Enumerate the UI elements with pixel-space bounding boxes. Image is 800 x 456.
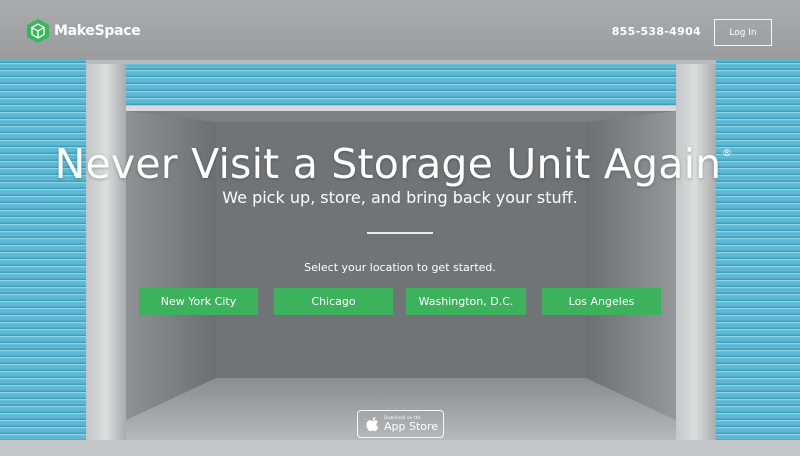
- city-button-los-angeles[interactable]: Los Angeles: [542, 288, 661, 315]
- site-header: MakeSpace 855-538-4904 Log In: [0, 0, 800, 60]
- login-button[interactable]: Log In: [714, 19, 772, 46]
- city-selector: New York City Chicago Washington, D.C. L…: [0, 288, 800, 316]
- app-store-badge[interactable]: Download on the App Store: [357, 410, 444, 438]
- page-subtitle: We pick up, store, and bring back your s…: [222, 188, 578, 207]
- city-button-washington-dc[interactable]: Washington, D.C.: [406, 288, 526, 315]
- hero-section: Never Visit a Storage Unit Again ® We pi…: [0, 0, 800, 456]
- app-store-big-text: App Store: [384, 420, 439, 433]
- phone-number-link[interactable]: 855-538-4904: [612, 25, 701, 38]
- city-button-new-york[interactable]: New York City: [139, 288, 258, 315]
- divider: [367, 232, 433, 234]
- location-prompt: Select your location to get started.: [304, 261, 496, 274]
- city-button-chicago[interactable]: Chicago: [274, 288, 393, 315]
- registered-trademark: ®: [722, 148, 732, 159]
- brand-logo[interactable]: MakeSpace: [27, 19, 141, 43]
- page-title: Never Visit a Storage Unit Again: [54, 140, 722, 188]
- makespace-logo-icon: [27, 19, 49, 43]
- apple-icon: [366, 416, 379, 432]
- brand-name: MakeSpace: [54, 23, 141, 39]
